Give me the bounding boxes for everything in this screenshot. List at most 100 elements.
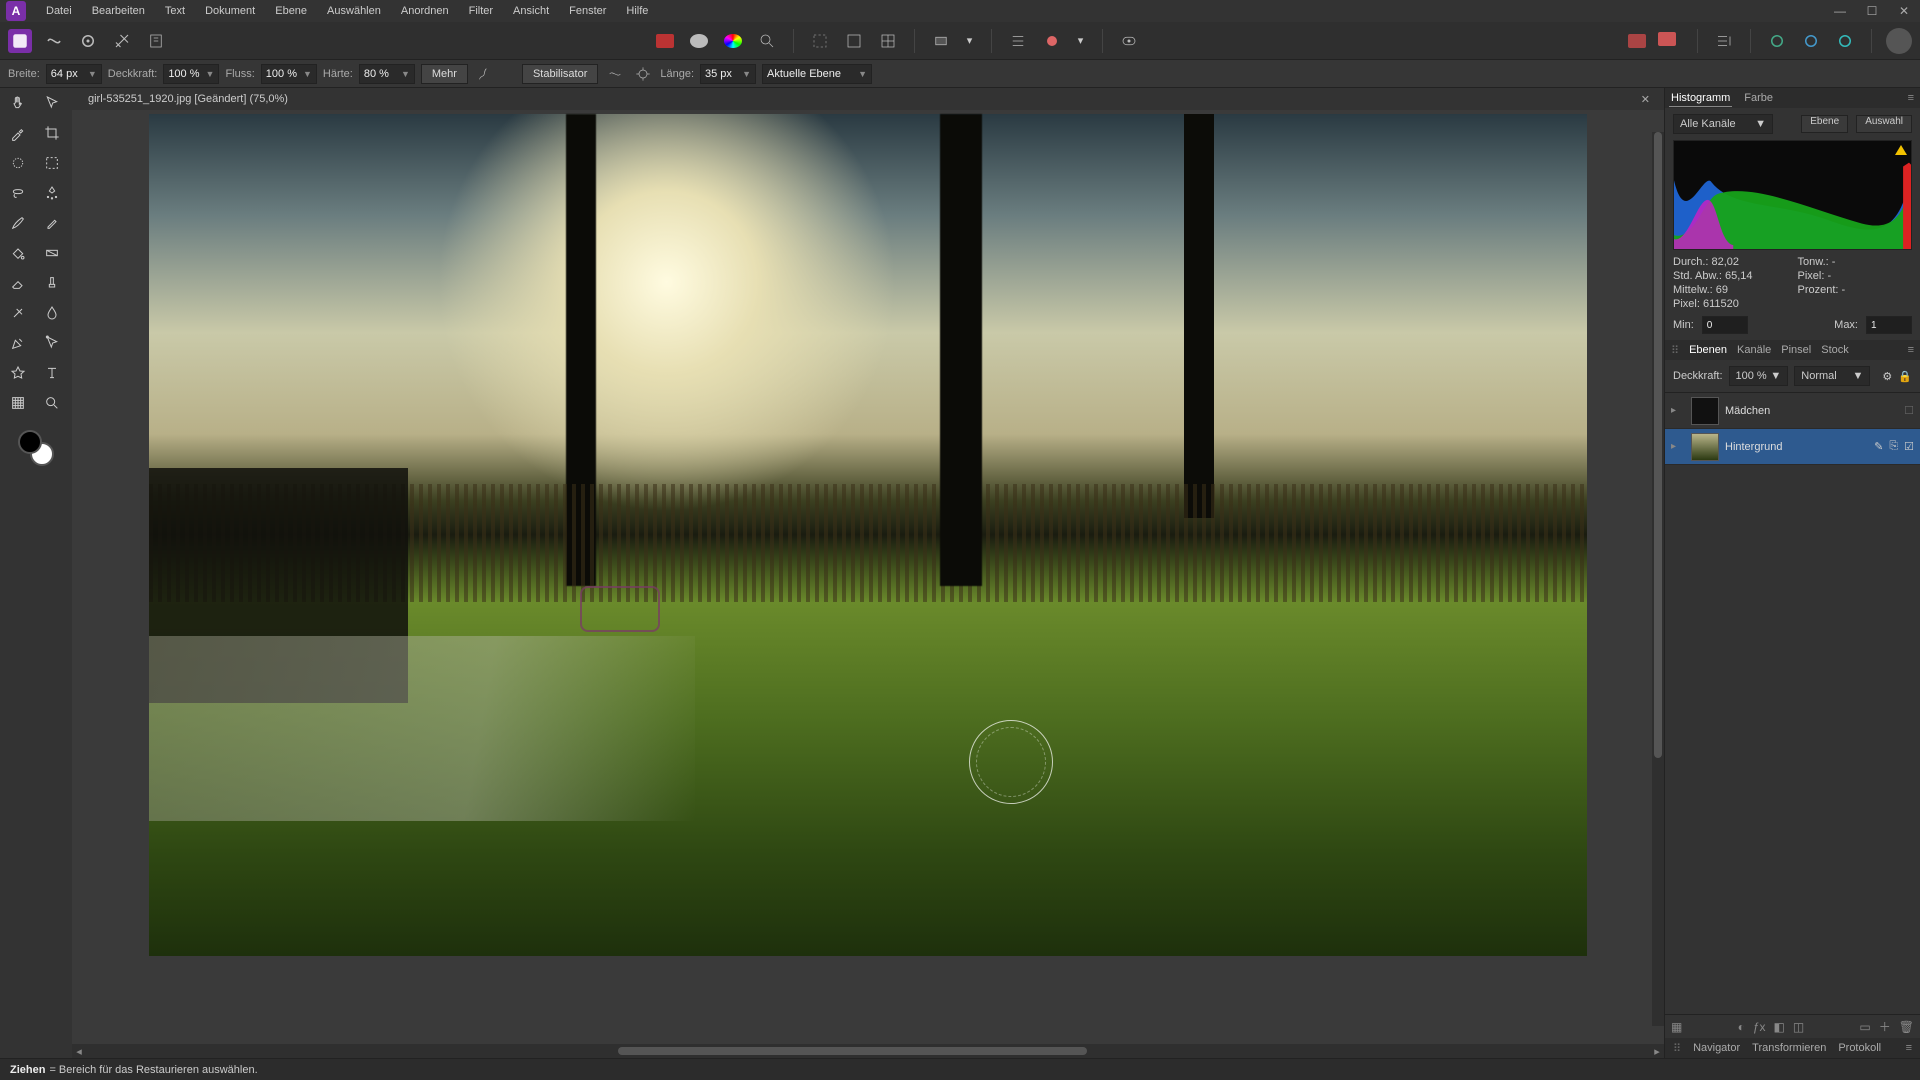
photo-persona-icon[interactable] — [8, 29, 32, 53]
layers-menu-icon[interactable]: ≡ — [1908, 344, 1914, 356]
fluss-combo[interactable]: 100 %▼ — [261, 64, 317, 84]
tab-histogramm[interactable]: Histogramm — [1669, 90, 1732, 107]
eraser-tool-icon[interactable] — [5, 270, 31, 296]
selection-grid-icon[interactable] — [876, 29, 900, 53]
horizontal-scroll-thumb[interactable] — [618, 1047, 1087, 1055]
layer-gear-icon[interactable]: ⚙ — [1882, 370, 1892, 383]
sync-teal-icon[interactable] — [1833, 29, 1857, 53]
link-layer-icon[interactable]: ⎘ — [1889, 440, 1898, 453]
quicklook-icon[interactable] — [1117, 29, 1141, 53]
fx-icon[interactable]: ƒx — [1753, 1020, 1766, 1034]
stack-front-icon[interactable] — [1659, 29, 1683, 53]
panel-menu-icon[interactable]: ≡ — [1906, 90, 1916, 106]
lasso-tool-icon[interactable] — [5, 180, 31, 206]
shape-tool-icon[interactable] — [5, 360, 31, 386]
stabilisator-button[interactable]: Stabilisator — [522, 64, 598, 84]
haerte-combo[interactable]: 80 %▼ — [359, 64, 415, 84]
layer-row-maedchen[interactable]: ▸ Mädchen ☐ — [1665, 393, 1920, 429]
foreground-color-swatch[interactable] — [18, 430, 42, 454]
gradient-tool-icon[interactable] — [39, 240, 65, 266]
visibility-toggle-icon[interactable]: ▸ — [1671, 441, 1685, 452]
menu-ansicht[interactable]: Ansicht — [503, 1, 559, 21]
color-picker-tool-icon[interactable] — [5, 120, 31, 146]
chevron-down-icon[interactable]: ▾ — [1074, 29, 1088, 53]
maximize-button[interactable]: ☐ — [1856, 0, 1888, 22]
menu-text[interactable]: Text — [155, 1, 195, 21]
view-hand-tool-icon[interactable] — [5, 90, 31, 116]
scroll-left-icon[interactable]: ◂ — [72, 1045, 86, 1058]
sync-green-icon[interactable] — [1765, 29, 1789, 53]
rope-mode-icon[interactable] — [604, 64, 626, 84]
close-button[interactable]: ✕ — [1888, 0, 1920, 22]
breite-combo[interactable]: 64 px▼ — [46, 64, 102, 84]
menu-datei[interactable]: Datei — [36, 1, 82, 21]
align-icon[interactable] — [1006, 29, 1030, 53]
layer-row-hintergrund[interactable]: ▸ Hintergrund ✎ ⎘ ☑ — [1665, 429, 1920, 465]
window-mode-icon[interactable] — [632, 64, 654, 84]
min-input[interactable] — [1702, 316, 1748, 334]
move-tool-icon[interactable] — [39, 90, 65, 116]
max-input[interactable] — [1866, 316, 1912, 334]
selection-solid-icon[interactable] — [842, 29, 866, 53]
document-tab[interactable]: girl-535251_1920.jpg [Geändert] (75,0%) — [80, 91, 296, 107]
tab-farbe[interactable]: Farbe — [1742, 90, 1775, 106]
tab-ebenen[interactable]: Ebenen — [1689, 344, 1727, 356]
tab-protokoll[interactable]: Protokoll — [1838, 1042, 1881, 1054]
add-layer-icon[interactable]: ＋ — [1879, 1018, 1891, 1035]
mesh-warp-tool-icon[interactable] — [5, 390, 31, 416]
viewport[interactable] — [72, 110, 1664, 1044]
live-filter-icon[interactable]: ◧ — [1774, 1020, 1785, 1034]
tab-stock[interactable]: Stock — [1821, 344, 1849, 356]
grip-icon[interactable]: ⠿ — [1673, 1042, 1681, 1055]
grey-swatch-icon[interactable] — [687, 29, 711, 53]
layer-name[interactable]: Hintergrund — [1725, 441, 1868, 453]
layer-checkbox-icon[interactable]: ☑ — [1904, 440, 1914, 453]
node-tool-icon[interactable] — [39, 330, 65, 356]
color-dot-icon[interactable] — [1040, 29, 1064, 53]
tab-navigator[interactable]: Navigator — [1693, 1042, 1740, 1054]
brush-settings-icon[interactable] — [474, 64, 496, 84]
pixel-brush-tool-icon[interactable] — [39, 210, 65, 236]
ebene-button[interactable]: Ebene — [1801, 115, 1848, 133]
blend-mode-combo[interactable]: Normal▼ — [1794, 366, 1870, 386]
mask-icon[interactable]: ▦ — [1671, 1020, 1682, 1034]
stamp-tool-icon[interactable] — [39, 270, 65, 296]
edit-layer-icon[interactable]: ✎ — [1874, 440, 1883, 453]
develop-persona-icon[interactable] — [76, 29, 100, 53]
lens-icon[interactable] — [755, 29, 779, 53]
paint-brush-tool-icon[interactable] — [5, 210, 31, 236]
auswahl-button[interactable]: Auswahl — [1856, 115, 1912, 133]
vertical-scroll-thumb[interactable] — [1654, 132, 1662, 758]
aktuelle-ebene-combo[interactable]: Aktuelle Ebene▼ — [762, 64, 872, 84]
tab-transformieren[interactable]: Transformieren — [1752, 1042, 1826, 1054]
menu-anordnen[interactable]: Anordnen — [391, 1, 459, 21]
healing-brush-tool-icon[interactable] — [5, 300, 31, 326]
layer-lock-icon[interactable]: 🔒 — [1898, 370, 1912, 383]
selection-dashed-icon[interactable] — [808, 29, 832, 53]
rgb-swatch-icon[interactable] — [653, 29, 677, 53]
menu-auswaehlen[interactable]: Auswählen — [317, 1, 391, 21]
channel-select[interactable]: Alle Kanäle▼ — [1673, 114, 1773, 134]
sync-blue-icon[interactable] — [1799, 29, 1823, 53]
mehr-button[interactable]: Mehr — [421, 64, 468, 84]
horizontal-scrollbar[interactable]: ◂ ▸ — [72, 1044, 1664, 1058]
liquify-persona-icon[interactable] — [42, 29, 66, 53]
minimize-button[interactable]: — — [1824, 0, 1856, 22]
smudge-tool-icon[interactable] — [39, 300, 65, 326]
arrange-icon[interactable] — [1712, 29, 1736, 53]
export-persona-icon[interactable] — [144, 29, 168, 53]
pen-tool-icon[interactable] — [5, 330, 31, 356]
crop-ratio-icon[interactable] — [929, 29, 953, 53]
group-icon[interactable]: ▭ — [1859, 1020, 1870, 1034]
document-tab-close-icon[interactable]: ✕ — [1635, 93, 1656, 106]
delete-layer-icon[interactable]: 🗑 — [1899, 1020, 1914, 1034]
tone-map-persona-icon[interactable] — [110, 29, 134, 53]
canvas-image[interactable] — [149, 114, 1587, 956]
menu-filter[interactable]: Filter — [459, 1, 503, 21]
tab-pinsel[interactable]: Pinsel — [1781, 344, 1811, 356]
menu-bearbeiten[interactable]: Bearbeiten — [82, 1, 155, 21]
crop-mask-icon[interactable]: ◫ — [1793, 1020, 1804, 1034]
text-tool-icon[interactable] — [39, 360, 65, 386]
flood-select-tool-icon[interactable] — [39, 180, 65, 206]
deckkraft-combo[interactable]: 100 %▼ — [163, 64, 219, 84]
